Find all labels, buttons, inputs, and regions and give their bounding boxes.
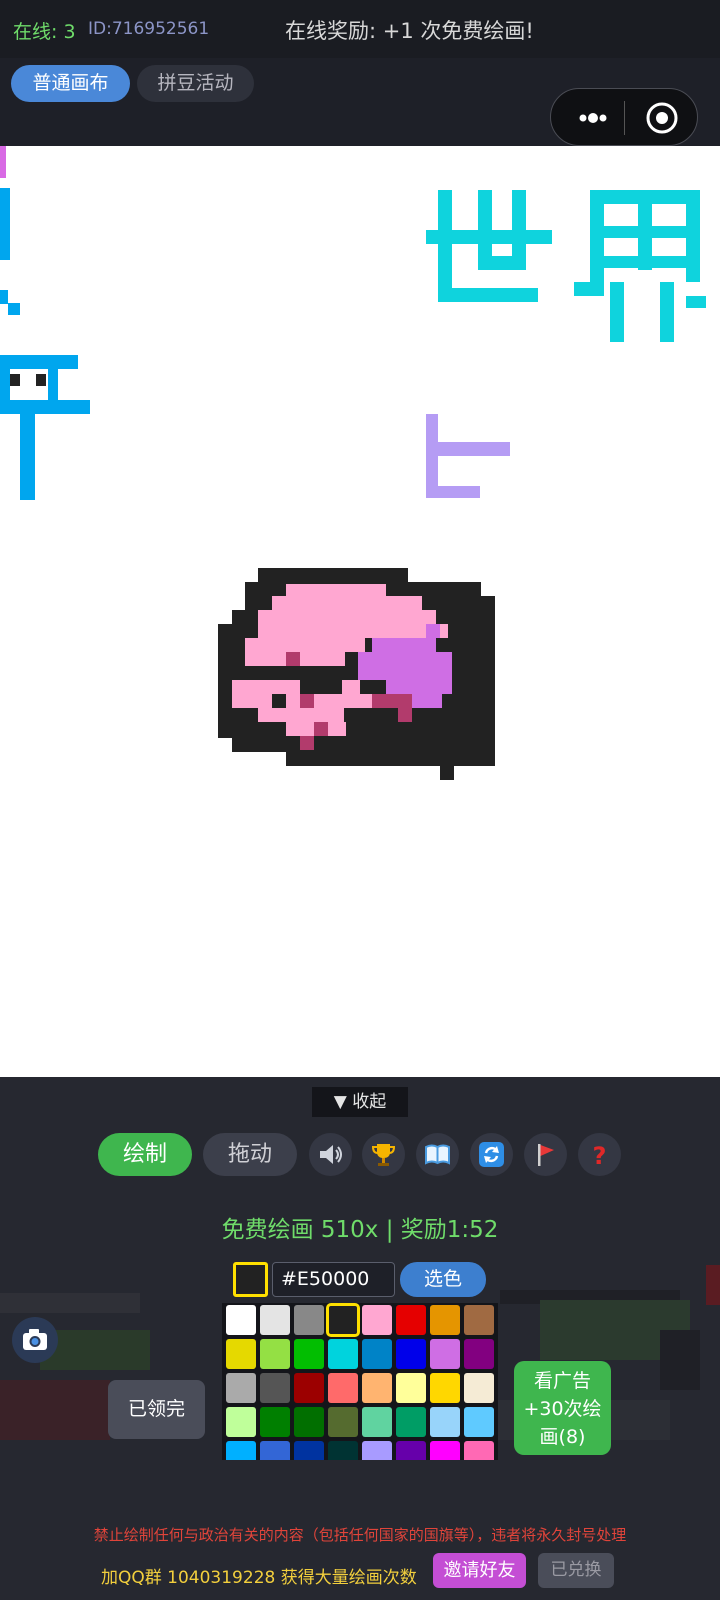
color-swatch[interactable] bbox=[362, 1305, 392, 1335]
color-swatch[interactable] bbox=[464, 1407, 494, 1437]
magenta-pixel-fragment bbox=[0, 146, 6, 178]
current-color-swatch bbox=[233, 1262, 268, 1297]
capsule-divider bbox=[624, 101, 625, 135]
color-swatch[interactable] bbox=[326, 1303, 360, 1337]
color-swatch[interactable] bbox=[226, 1373, 256, 1403]
color-swatch[interactable] bbox=[396, 1305, 426, 1335]
more-icon[interactable] bbox=[573, 101, 613, 135]
color-swatch[interactable] bbox=[226, 1407, 256, 1437]
color-swatch[interactable] bbox=[362, 1373, 392, 1403]
color-swatch[interactable] bbox=[430, 1339, 460, 1369]
leaderboard-button[interactable] bbox=[362, 1133, 405, 1176]
pixel-canvas[interactable] bbox=[0, 146, 720, 1077]
online-count: 在线: 3 bbox=[13, 21, 76, 43]
close-target-icon[interactable] bbox=[645, 101, 679, 135]
color-swatch[interactable] bbox=[362, 1407, 392, 1437]
tab-bar: 普通画布 拼豆活动 bbox=[0, 58, 720, 146]
color-swatch[interactable] bbox=[294, 1373, 324, 1403]
screenshot-button[interactable] bbox=[12, 1317, 58, 1363]
watch-ad-button[interactable]: 看广告 +30次绘 画(8) bbox=[514, 1361, 611, 1455]
color-swatch[interactable] bbox=[430, 1407, 460, 1437]
color-swatch[interactable] bbox=[464, 1373, 494, 1403]
skull-pixel-art bbox=[218, 568, 495, 780]
flag-icon bbox=[538, 1144, 554, 1166]
color-swatch[interactable] bbox=[294, 1305, 324, 1335]
color-swatch[interactable] bbox=[260, 1305, 290, 1335]
book-icon bbox=[425, 1144, 450, 1165]
miniprogram-capsule bbox=[550, 88, 698, 146]
hex-color-input[interactable]: #E50000 bbox=[272, 1262, 395, 1297]
glyph-shi bbox=[426, 190, 552, 302]
reward-banner: 在线奖励: +1 次免费绘画! bbox=[285, 19, 534, 43]
color-swatch[interactable] bbox=[226, 1305, 256, 1335]
color-swatch[interactable] bbox=[328, 1339, 358, 1369]
black-eye-pixels bbox=[10, 374, 46, 386]
refresh-icon bbox=[479, 1142, 504, 1167]
invite-friends-button[interactable]: 邀请好友 bbox=[433, 1553, 526, 1588]
drag-mode-button[interactable]: 拖动 bbox=[203, 1133, 297, 1176]
color-swatch[interactable] bbox=[396, 1373, 426, 1403]
speaker-icon bbox=[320, 1145, 342, 1164]
color-swatch[interactable] bbox=[328, 1407, 358, 1437]
purple-glyph bbox=[426, 414, 510, 498]
color-swatch[interactable] bbox=[464, 1305, 494, 1335]
color-swatch[interactable] bbox=[396, 1339, 426, 1369]
user-id: ID:716952561 bbox=[88, 19, 210, 39]
sound-button[interactable] bbox=[309, 1133, 352, 1176]
trophy-icon bbox=[371, 1144, 396, 1166]
draw-mode-button[interactable]: 绘制 bbox=[98, 1133, 192, 1176]
svg-text:?: ? bbox=[593, 1142, 607, 1168]
color-swatch[interactable] bbox=[294, 1407, 324, 1437]
color-swatch[interactable] bbox=[464, 1339, 494, 1369]
color-swatch[interactable] bbox=[430, 1305, 460, 1335]
color-swatch[interactable] bbox=[260, 1339, 290, 1369]
help-button[interactable]: ? bbox=[578, 1133, 621, 1176]
free-draw-status: 免费绘画 510x | 奖励1:52 bbox=[221, 1217, 499, 1243]
report-button[interactable] bbox=[524, 1133, 567, 1176]
tab-normal-canvas[interactable]: 普通画布 bbox=[11, 65, 130, 102]
blue-glyph-left bbox=[0, 188, 90, 500]
tab-bead-activity[interactable]: 拼豆活动 bbox=[137, 65, 254, 102]
top-bar: 在线: 3 ID:716952561 在线奖励: +1 次免费绘画! bbox=[0, 0, 720, 58]
collapse-button[interactable]: ▼ 收起 bbox=[312, 1087, 408, 1117]
camera-icon bbox=[23, 1329, 47, 1350]
color-swatch[interactable] bbox=[328, 1373, 358, 1403]
help-icon: ? bbox=[593, 1142, 607, 1168]
color-swatch[interactable] bbox=[294, 1339, 324, 1369]
color-swatch[interactable] bbox=[430, 1373, 460, 1403]
glyph-jie bbox=[574, 190, 706, 342]
refresh-button[interactable] bbox=[470, 1133, 513, 1176]
redeemed-button[interactable]: 已兑换 bbox=[538, 1553, 614, 1588]
color-swatch[interactable] bbox=[396, 1407, 426, 1437]
color-swatch[interactable] bbox=[260, 1373, 290, 1403]
color-swatch[interactable] bbox=[260, 1407, 290, 1437]
claimed-reward-button[interactable]: 已领完 bbox=[108, 1380, 205, 1439]
color-swatch[interactable] bbox=[362, 1339, 392, 1369]
policy-warning: 禁止绘制任何与政治有关的内容（包括任何国家的国旗等），违者将永久封号处理 bbox=[93, 1526, 627, 1544]
color-swatch[interactable] bbox=[226, 1339, 256, 1369]
guide-button[interactable] bbox=[416, 1133, 459, 1176]
canvas-artwork bbox=[0, 146, 706, 780]
qq-group-text: 加QQ群 1040319228 获得大量绘画次数 bbox=[101, 1568, 417, 1588]
pick-color-button[interactable]: 选色 bbox=[400, 1262, 486, 1297]
